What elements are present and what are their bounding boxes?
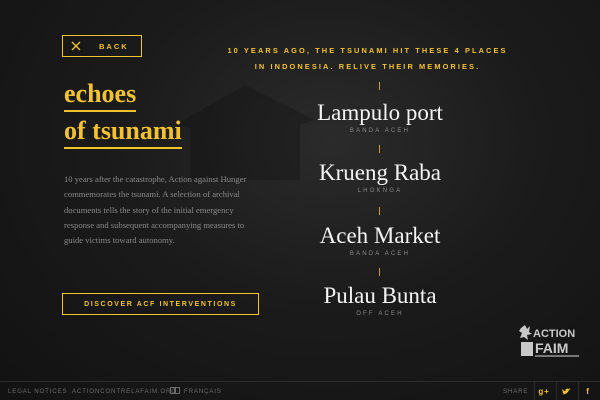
page-title-line1: echoes [64, 79, 137, 112]
place-link-krueng-raba[interactable]: Krueng Raba LHOKNGA [280, 160, 480, 194]
page-title-line2: of tsunami [64, 116, 182, 149]
logo-text-line1: ACTION [533, 328, 575, 340]
footer-separator: · [162, 388, 165, 395]
googleplus-icon: g+ [538, 387, 550, 396]
facebook-share-button[interactable]: f [578, 382, 597, 400]
divider-line [379, 82, 380, 90]
intro-line1: 10 YEARS AGO, THE TSUNAMI HIT THESE 4 PL… [227, 46, 508, 55]
divider-line [379, 145, 380, 153]
share-label: SHARE [503, 388, 529, 395]
place-location: LHOKNGA [357, 188, 403, 194]
place-link-pulau-bunta[interactable]: Pulau Bunta OFF ACEH [280, 283, 480, 317]
place-name: Lampulo port [317, 100, 443, 125]
place-name: Aceh Market [319, 223, 441, 248]
action-contre-la-faim-logo[interactable]: ACTION FAIM [519, 324, 581, 358]
language-link[interactable]: FRANÇAIS [184, 388, 222, 395]
place-name: Krueng Raba [319, 160, 441, 185]
divider-line [379, 268, 380, 276]
facebook-icon: f [586, 387, 590, 396]
description-text: 10 years after the catastrophe, Action a… [64, 174, 247, 246]
footer-separator: · [65, 388, 68, 395]
googleplus-share-button[interactable]: g+ [534, 382, 553, 400]
logo-text-line2: FAIM [535, 340, 568, 356]
twitter-share-button[interactable] [556, 382, 575, 400]
intro-line2: IN INDONESIA. RELIVE THEIR MEMORIES. [254, 62, 481, 71]
twitter-icon [561, 387, 571, 394]
close-icon [71, 41, 81, 51]
flag-icon [170, 387, 180, 394]
place-name: Pulau Bunta [323, 283, 437, 308]
back-button[interactable]: BACK [62, 35, 142, 57]
discover-interventions-button[interactable]: DISCOVER ACF INTERVENTIONS [62, 293, 259, 315]
legal-notices-link[interactable]: LEGAL NOTICES [8, 388, 67, 395]
back-label: BACK [99, 41, 129, 51]
place-location: OFF ACEH [356, 311, 404, 317]
place-link-lampulo[interactable]: Lampulo port BANDA ACEH [280, 100, 480, 134]
footer: LEGAL NOTICES · ACTIONCONTRELAFAIM.ORG ·… [0, 381, 600, 400]
intro-text: 10 YEARS AGO, THE TSUNAMI HIT THESE 4 PL… [225, 43, 510, 75]
place-location: BANDA ACEH [349, 128, 411, 134]
place-location: BANDA ACEH [349, 251, 411, 257]
place-link-aceh-market[interactable]: Aceh Market BANDA ACEH [280, 223, 480, 257]
divider-line [379, 207, 380, 215]
